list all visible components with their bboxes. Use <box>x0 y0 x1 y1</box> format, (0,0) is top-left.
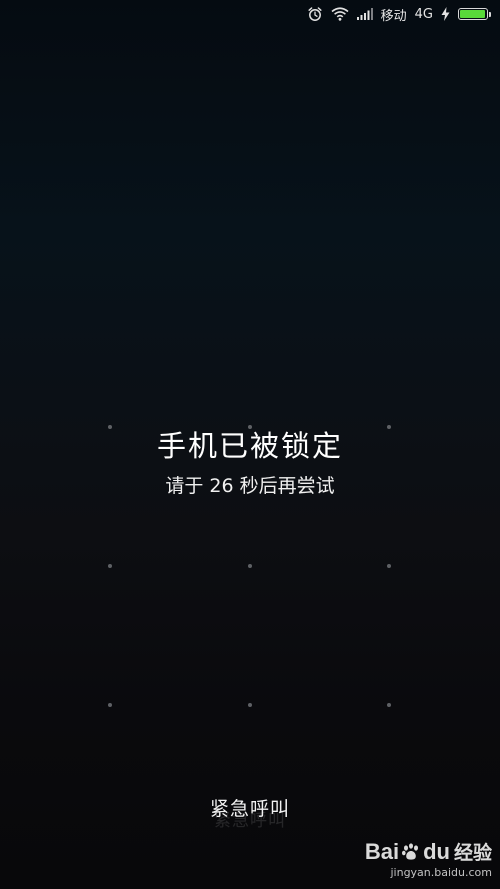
paw-icon <box>401 842 421 862</box>
pattern-dot[interactable] <box>248 703 252 707</box>
watermark-brand-cn: 经验 <box>453 843 492 864</box>
pattern-dot[interactable] <box>108 564 112 568</box>
pattern-dot[interactable] <box>108 703 112 707</box>
carrier-name: 移动 <box>380 8 407 24</box>
watermark-brand-suffix: du <box>423 838 450 864</box>
status-bar: 移动 4G <box>0 0 500 28</box>
pattern-dot[interactable] <box>248 564 252 568</box>
pattern-dot[interactable] <box>387 703 391 707</box>
alarm-icon <box>307 6 323 22</box>
network-type: 4G <box>414 6 433 22</box>
watermark-logo: Bai du 经验 <box>365 838 492 865</box>
battery-indicator <box>458 8 491 20</box>
pattern-dot[interactable] <box>387 564 391 568</box>
charging-icon <box>441 7 450 21</box>
emergency-call-button[interactable]: 紧急呼叫 <box>200 790 300 825</box>
baidu-watermark: Bai du 经验 jingyan.baidu.com <box>365 838 492 880</box>
battery-icon <box>458 8 491 20</box>
wifi-icon <box>331 7 349 21</box>
watermark-url: jingyan.baidu.com <box>390 866 492 879</box>
watermark-brand-prefix: Bai <box>364 838 400 864</box>
retry-countdown: 请于 26 秒后再尝试 <box>165 475 335 497</box>
lock-screen: 移动 4G 手机已被锁定 请于 26 秒后再尝试 紧急呼叫 紧急呼叫 Bai d… <box>0 0 500 889</box>
signal-icon <box>356 8 373 20</box>
battery-fill <box>460 10 485 18</box>
emergency-call-area: 紧急呼叫 <box>0 790 500 825</box>
lock-title: 手机已被锁定 <box>156 429 343 463</box>
